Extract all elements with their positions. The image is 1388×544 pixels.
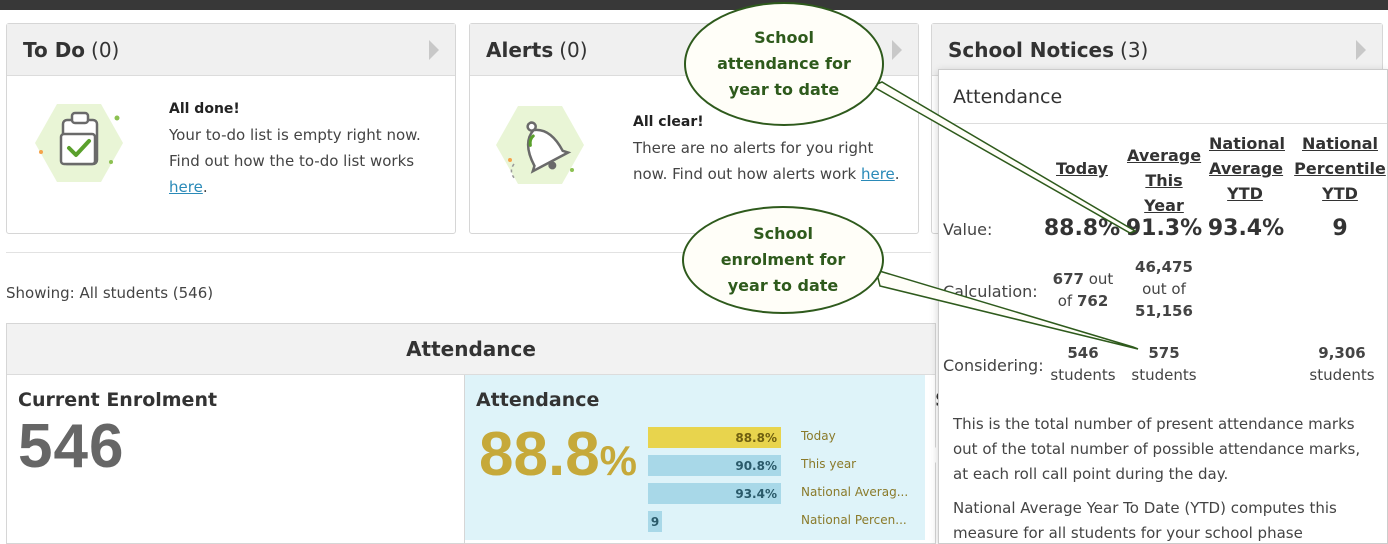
callout-enrolment: School enrolment for year to date (682, 206, 884, 314)
callout-attendance: School attendance for year to date (684, 2, 884, 126)
